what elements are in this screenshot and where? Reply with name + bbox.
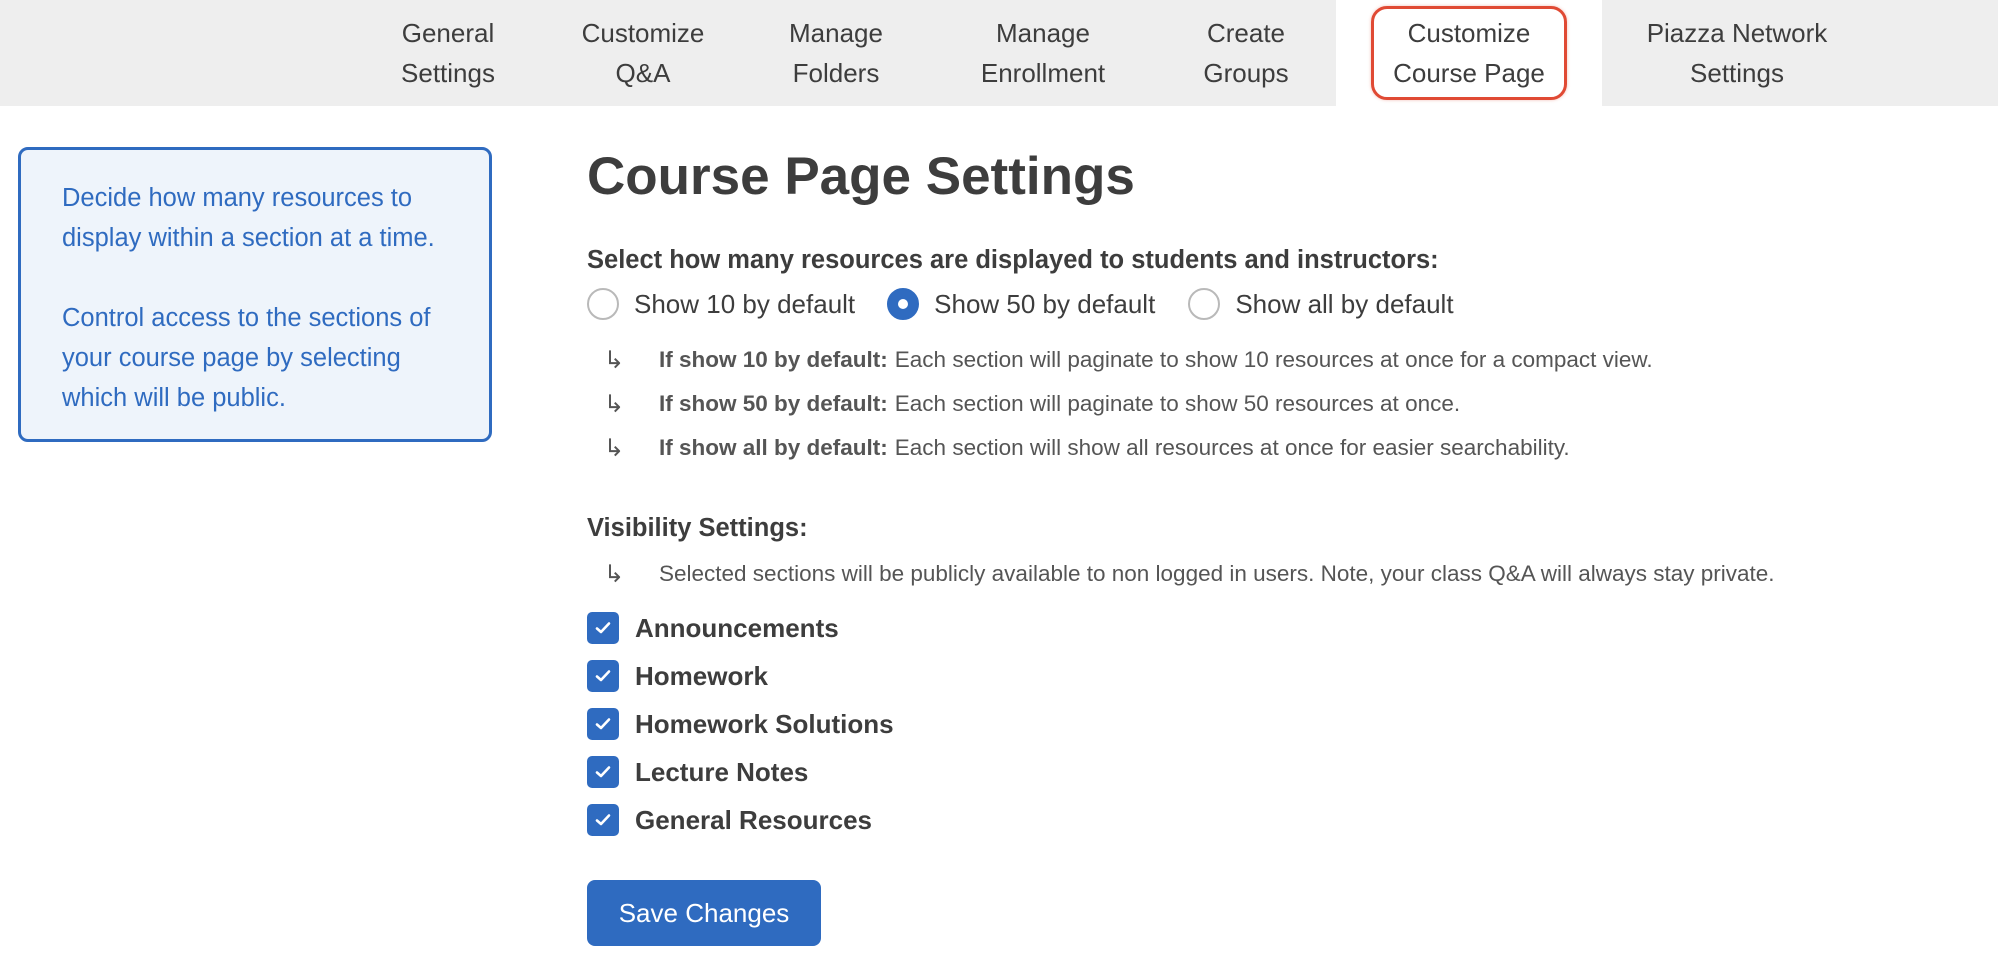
checkbox[interactable] (587, 660, 619, 692)
checkbox-homework-solutions[interactable]: Homework Solutions (587, 700, 894, 748)
save-changes-button[interactable]: Save Changes (587, 880, 821, 946)
checkbox[interactable] (587, 708, 619, 740)
note-heading: If show all by default: (659, 435, 888, 460)
radio-label: Show 10 by default (634, 288, 856, 319)
main-content: Course Page Settings Select how many res… (587, 142, 1977, 946)
tab-label: General Settings (401, 18, 495, 88)
tab-piazza-network-settings[interactable]: Piazza Network Settings (1622, 0, 1852, 106)
checkmark-icon (595, 766, 611, 778)
note-row: ↳ If show 10 by default: Each section wi… (604, 338, 1977, 382)
checkbox-label: Homework (635, 660, 768, 691)
tab-manage-enrollment[interactable]: Manage Enrollment (960, 0, 1126, 106)
tab-create-groups[interactable]: Create Groups (1176, 0, 1316, 106)
note-text: Each section will paginate to show 50 re… (894, 391, 1461, 416)
tab-customize-qa[interactable]: Customize Q&A (560, 0, 726, 106)
tab-label: Customize Q&A (581, 18, 705, 88)
checkbox[interactable] (587, 756, 619, 788)
checkbox-lecture-notes[interactable]: Lecture Notes (587, 748, 894, 796)
visibility-note: ↳ Selected sections will be publicly ava… (604, 552, 1775, 596)
checkbox-general-resources[interactable]: General Resources (587, 796, 894, 844)
tab-label: Manage Enrollment (980, 18, 1106, 88)
info-paragraph: Control access to the sections of your c… (62, 304, 431, 412)
checkmark-icon (595, 622, 611, 634)
info-panel: Decide how many resources to display wit… (18, 147, 492, 442)
checkbox-label: Homework Solutions (635, 708, 894, 739)
resource-count-notes: ↳ If show 10 by default: Each section wi… (604, 338, 1977, 470)
checkmark-icon (595, 718, 611, 730)
resource-count-label: Select how many resources are displayed … (587, 246, 1439, 274)
note-row: ↳ If show all by default: Each section w… (604, 426, 1977, 470)
tab-general-settings[interactable]: General Settings (378, 0, 518, 106)
radio-button[interactable] (587, 288, 619, 320)
checkmark-icon (595, 670, 611, 682)
note-heading: If show 10 by default: (659, 347, 888, 372)
resource-count-radio-group: Show 10 by default Show 50 by default Sh… (587, 284, 1454, 324)
tab-manage-folders[interactable]: Manage Folders (766, 0, 906, 106)
radio-label: Show all by default (1235, 288, 1454, 319)
checkbox-label: Lecture Notes (635, 756, 809, 787)
note-text: Selected sections will be publicly avail… (659, 561, 1775, 586)
note-text: Each section will paginate to show 10 re… (894, 347, 1653, 372)
checkbox-announcements[interactable]: Announcements (587, 604, 894, 652)
tab-label: Piazza Network Settings (1646, 18, 1828, 88)
radio-show-10[interactable]: Show 10 by default (587, 288, 855, 320)
radio-button[interactable] (1188, 288, 1221, 320)
return-arrow-icon: ↳ (604, 346, 625, 374)
checkbox[interactable] (587, 612, 619, 644)
note-row: ↳ If show 50 by default: Each section wi… (604, 382, 1977, 426)
tab-label: Manage Folders (789, 18, 883, 88)
settings-tab-bar: General Settings Customize Q&A Manage Fo… (0, 0, 1998, 106)
checkmark-icon (595, 814, 611, 826)
radio-show-50[interactable]: Show 50 by default (887, 288, 1155, 320)
tab-label: Create Groups (1203, 18, 1289, 88)
visibility-settings-label: Visibility Settings: (587, 514, 808, 542)
checkbox[interactable] (587, 804, 619, 836)
visibility-checkbox-list: Announcements Homework Homework Solution… (587, 604, 894, 844)
radio-show-all[interactable]: Show all by default (1188, 288, 1454, 320)
tab-customize-course-page[interactable]: Customize Course Page (1336, 0, 1602, 106)
tab-label: Customize Course Page (1371, 6, 1567, 100)
return-arrow-icon: ↳ (604, 560, 625, 588)
radio-label: Show 50 by default (934, 288, 1156, 319)
note-heading: If show 50 by default: (659, 391, 888, 416)
checkbox-label: Announcements (635, 612, 839, 643)
return-arrow-icon: ↳ (604, 434, 625, 462)
info-paragraph: Decide how many resources to display wit… (62, 184, 435, 252)
page-title: Course Page Settings (587, 147, 1135, 206)
checkbox-label: General Resources (635, 804, 873, 835)
checkbox-homework[interactable]: Homework (587, 652, 894, 700)
radio-button[interactable] (887, 288, 920, 320)
return-arrow-icon: ↳ (604, 390, 625, 418)
note-text: Each section will show all resources at … (894, 435, 1570, 460)
